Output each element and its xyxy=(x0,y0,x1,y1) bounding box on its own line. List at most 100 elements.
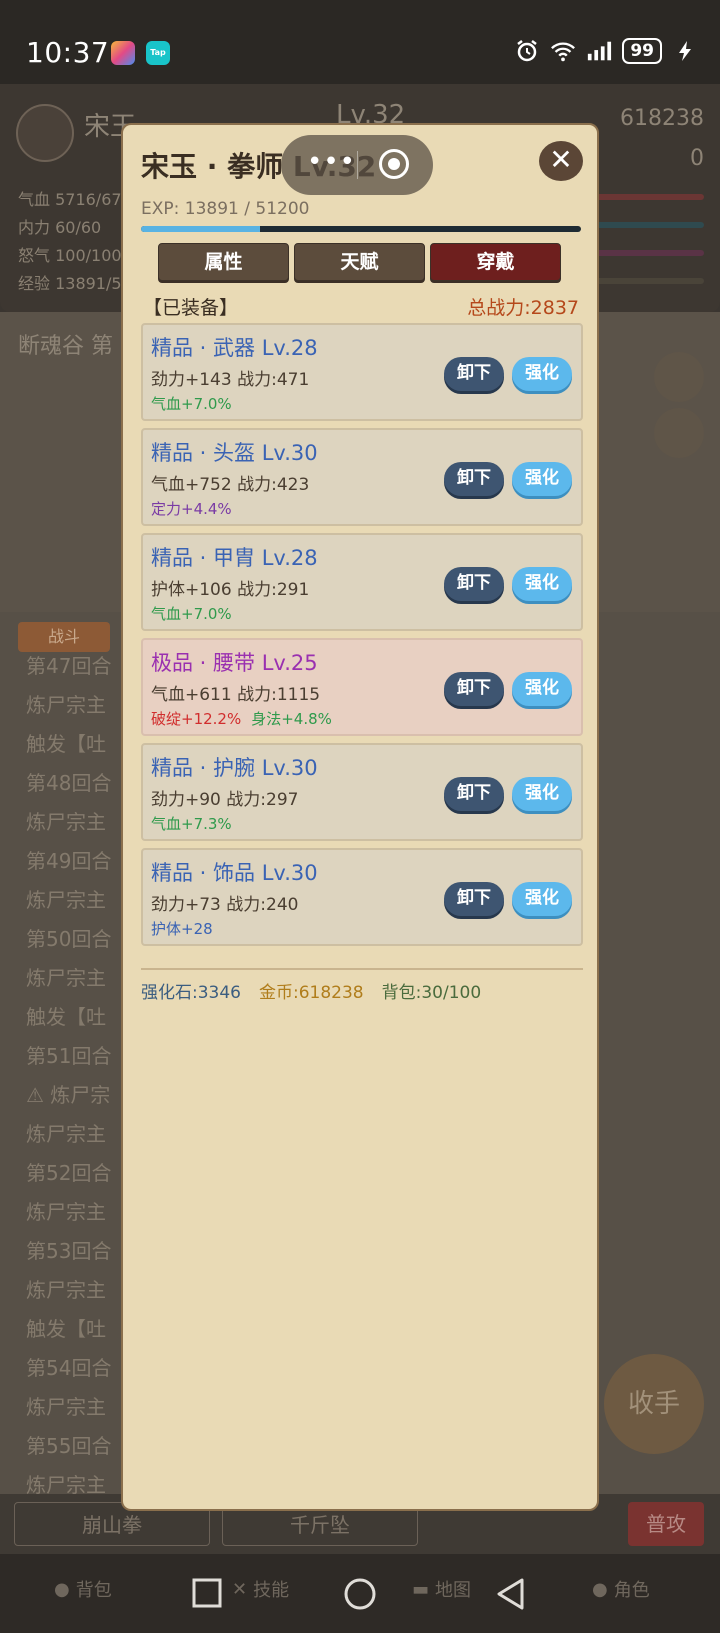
item-bonuses: 定力+4.4% xyxy=(151,498,232,519)
mp-stat: 内力 60/60 xyxy=(18,218,102,237)
enhance-button[interactable]: 强化 xyxy=(512,567,572,601)
nav-role-label: 角色 xyxy=(613,1580,650,1601)
equipment-item[interactable]: 精品 · 武器 Lv.28 劲力+143 战力:471 气血+7.0% 卸下 强化 xyxy=(141,323,583,421)
item-bonus: 破绽+12.2% xyxy=(151,710,242,728)
nav-skill-label: 技能 xyxy=(253,1580,290,1601)
log-line: 第47回合 xyxy=(26,654,112,678)
unequip-button[interactable]: 卸下 xyxy=(444,777,504,811)
attack-button[interactable]: 普攻 xyxy=(628,1502,704,1546)
enhance-button[interactable]: 强化 xyxy=(512,882,572,916)
item-name: 精品 · 甲胄 Lv.28 xyxy=(151,546,318,570)
equipment-item[interactable]: 精品 · 饰品 Lv.30 劲力+73 战力:240 护体+28 卸下 强化 xyxy=(141,848,583,946)
log-line: 第49回合 xyxy=(26,849,112,873)
character-modal: 宋玉 · 拳师 Lv.32 ••• ✕ EXP: 13891 / 51200 属… xyxy=(121,123,599,1511)
nav-map[interactable]: ▬ 地图 xyxy=(412,1576,471,1602)
item-bonuses: 气血+7.3% xyxy=(151,813,232,834)
item-name: 精品 · 头盔 Lv.30 xyxy=(151,441,318,465)
section-title: 【已装备】 xyxy=(143,297,239,319)
battle-tab[interactable]: 战斗 xyxy=(18,622,110,652)
gold-count: 金币:618238 xyxy=(259,983,364,1003)
close-icon: ✕ xyxy=(549,143,573,176)
more-icon[interactable]: ••• xyxy=(307,147,356,177)
rage-stat: 怒气 100/100 xyxy=(18,246,122,265)
log-line: 触发【吐 xyxy=(26,732,106,756)
exp-text: EXP: 13891 / 51200 xyxy=(141,199,310,219)
log-line: 炼尸宗主 xyxy=(26,1122,106,1146)
log-line: 触发【吐 xyxy=(26,1005,106,1029)
retreat-button[interactable]: 收手 xyxy=(604,1354,704,1454)
status-bar: 10:37 Tap 99 xyxy=(0,0,720,84)
equipment-item[interactable]: 精品 · 头盔 Lv.30 气血+752 战力:423 定力+4.4% 卸下 强化 xyxy=(141,428,583,526)
enhance-button[interactable]: 强化 xyxy=(512,777,572,811)
log-line: 第52回合 xyxy=(26,1161,112,1185)
item-stat: 劲力+73 战力:240 xyxy=(151,895,299,915)
equipment-item[interactable]: 精品 · 护腕 Lv.30 劲力+90 战力:297 气血+7.3% 卸下 强化 xyxy=(141,743,583,841)
item-bonus: 气血+7.0% xyxy=(151,605,232,623)
miniprogram-capsule[interactable]: ••• xyxy=(281,135,433,195)
skill-icon: ✕ xyxy=(232,1578,248,1600)
recents-icon[interactable] xyxy=(192,1578,222,1608)
gold-amount: 618238 xyxy=(620,106,704,131)
scroll-icon[interactable] xyxy=(654,408,704,458)
enhance-button[interactable]: 强化 xyxy=(512,672,572,706)
exp-progress-fill xyxy=(141,226,260,232)
bag-capacity: 背包:30/100 xyxy=(381,983,482,1003)
capsule-divider xyxy=(357,151,358,179)
hp-bar xyxy=(584,194,704,200)
item-name: 精品 · 饰品 Lv.30 xyxy=(151,861,318,885)
item-name: 精品 · 武器 Lv.28 xyxy=(151,336,318,360)
alarm-icon xyxy=(514,38,540,64)
divider xyxy=(141,968,583,970)
log-line: 第54回合 xyxy=(26,1356,112,1380)
unequip-button[interactable]: 卸下 xyxy=(444,672,504,706)
enhance-stone-count: 强化石:3346 xyxy=(141,983,241,1003)
nav-skill[interactable]: ✕ 技能 xyxy=(232,1576,289,1602)
log-line: 第48回合 xyxy=(26,771,112,795)
nav-map-label: 地图 xyxy=(435,1580,472,1601)
log-line: 第51回合 xyxy=(26,1044,112,1068)
avatar xyxy=(16,104,74,162)
log-line: 第50回合 xyxy=(26,927,112,951)
nav-role[interactable]: ● 角色 xyxy=(592,1576,650,1602)
close-button[interactable]: ✕ xyxy=(539,141,583,181)
log-line: 炼尸宗主 xyxy=(26,810,106,834)
exit-miniprogram-icon[interactable] xyxy=(379,149,409,179)
back-icon[interactable] xyxy=(496,1578,526,1610)
enhance-button[interactable]: 强化 xyxy=(512,462,572,496)
tab-attributes[interactable]: 属性 xyxy=(158,243,289,281)
equipment-item[interactable]: 极品 · 腰带 Lv.25 气血+611 战力:1115 破绽+12.2% 身法+4.… xyxy=(141,638,583,736)
log-line: 炼尸宗主 xyxy=(26,966,106,990)
item-bonuses: 气血+7.0% xyxy=(151,603,232,624)
tab-equipment[interactable]: 穿戴 xyxy=(430,243,561,281)
unequip-button[interactable]: 卸下 xyxy=(444,357,504,391)
item-name: 精品 · 护腕 Lv.30 xyxy=(151,756,318,780)
mp-bar xyxy=(584,222,704,228)
gem-amount: 0 xyxy=(690,146,704,171)
nav-bag-label: 背包 xyxy=(75,1580,112,1601)
unequip-button[interactable]: 卸下 xyxy=(444,882,504,916)
map-icon: ▬ xyxy=(412,1578,430,1600)
item-bonuses: 破绽+12.2% 身法+4.8% xyxy=(151,708,332,729)
resource-footer: 强化石:3346 金币:618238 背包:30/100 xyxy=(141,978,481,1003)
exp-bar xyxy=(584,278,704,284)
unequip-button[interactable]: 卸下 xyxy=(444,462,504,496)
equipment-item[interactable]: 精品 · 甲胄 Lv.28 护体+106 战力:291 气血+7.0% 卸下 强化 xyxy=(141,533,583,631)
modal-tabs: 属性 天赋 穿戴 xyxy=(158,243,561,281)
home-icon[interactable] xyxy=(344,1578,376,1610)
log-line: ⚠ 炼尸宗 xyxy=(26,1083,111,1107)
equipment-list: 精品 · 武器 Lv.28 劲力+143 战力:471 气血+7.0% 卸下 强化 精品 … xyxy=(141,323,583,953)
item-bonus: 身法+4.8% xyxy=(251,710,332,728)
nav-bag[interactable]: ● 背包 xyxy=(54,1576,112,1602)
item-stat: 气血+752 战力:423 xyxy=(151,475,310,495)
item-bonus: 定力+4.4% xyxy=(151,500,232,518)
wifi-icon xyxy=(550,38,576,64)
enhance-button[interactable]: 强化 xyxy=(512,357,572,391)
log-line: 炼尸宗主 xyxy=(26,1395,106,1419)
tab-talents[interactable]: 天赋 xyxy=(294,243,425,281)
item-bonuses: 护体+28 xyxy=(151,918,213,939)
item-bonus: 气血+7.3% xyxy=(151,815,232,833)
clock: 10:37 xyxy=(26,36,110,69)
role-icon: ● xyxy=(592,1578,608,1600)
settings-icon[interactable] xyxy=(654,352,704,402)
unequip-button[interactable]: 卸下 xyxy=(444,567,504,601)
